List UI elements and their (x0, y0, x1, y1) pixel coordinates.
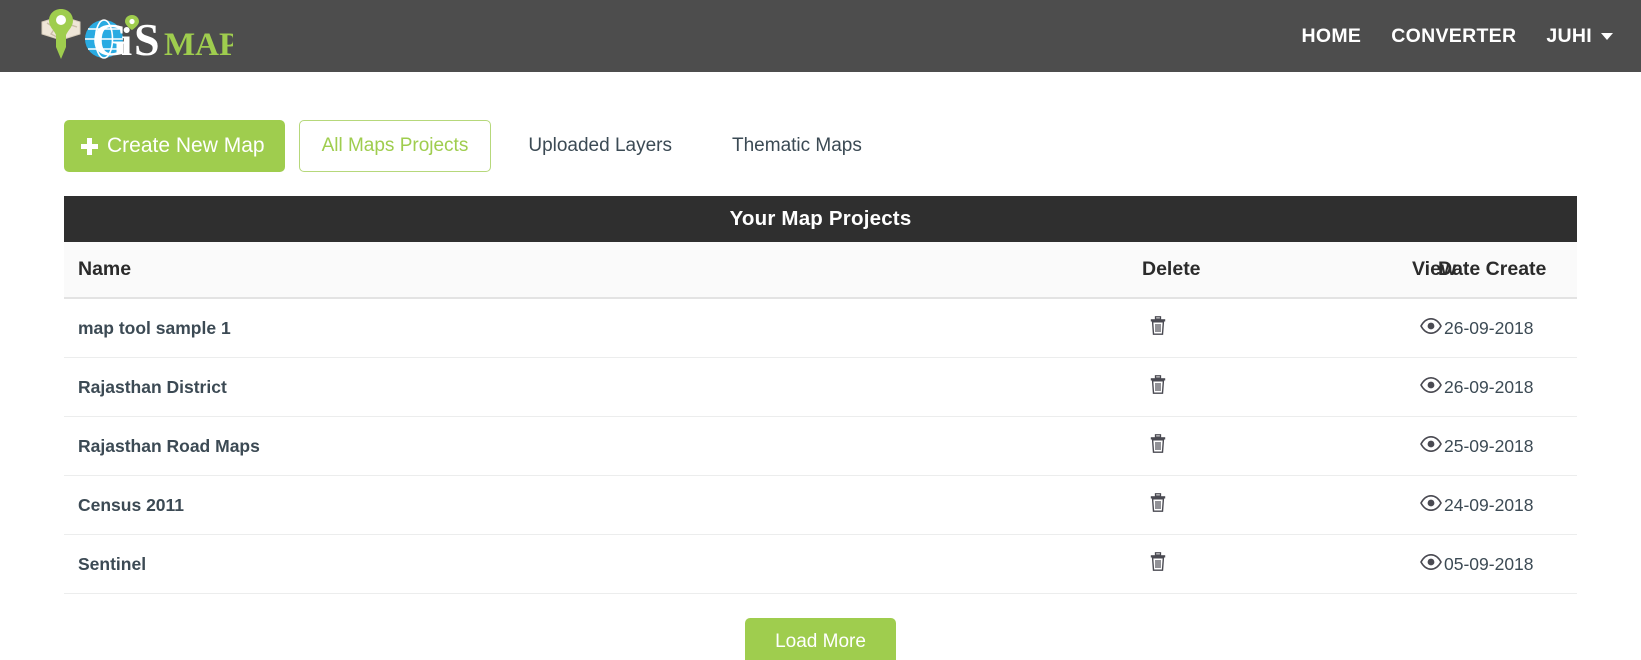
table-row: Census 2011 24-09-2018 (64, 475, 1577, 535)
tab-uploaded-layers[interactable]: Uploaded Layers (505, 120, 695, 172)
eye-icon (1420, 435, 1442, 452)
chevron-down-icon (1601, 32, 1613, 40)
nav-item-converter[interactable]: CONVERTER (1391, 25, 1516, 48)
column-header-name: Name (64, 242, 736, 299)
view-button[interactable] (1420, 376, 1442, 393)
table-body: map tool sample 1 26-09-2018 Rajasthan D… (64, 298, 1577, 594)
cell-project-name: map tool sample 1 (64, 298, 736, 358)
cell-view (736, 416, 1442, 476)
create-new-map-label: Create New Map (107, 134, 265, 157)
table-row: Rajasthan Road Maps 25-09-2018 (64, 416, 1577, 476)
nav-links: HOME CONVERTER JUHI (1302, 25, 1619, 48)
cell-project-name: Rajasthan District (64, 357, 736, 417)
svg-text:MAP: MAP (164, 27, 233, 63)
delete-button[interactable] (1150, 375, 1166, 394)
eye-icon (1420, 376, 1442, 393)
cell-delete (982, 357, 1278, 417)
load-more-button[interactable]: Load More (745, 618, 896, 660)
cell-delete (982, 416, 1278, 476)
eye-icon (1420, 317, 1442, 334)
table-header-row: Name View Delete Date Create (64, 242, 1577, 299)
eye-icon (1420, 494, 1442, 511)
cell-delete (982, 534, 1278, 594)
map-projects-panel: Your Map Projects Name View Delete Date … (64, 196, 1577, 594)
table-row: map tool sample 1 26-09-2018 (64, 298, 1577, 358)
trash-icon (1150, 493, 1166, 512)
cell-project-name: Sentinel (64, 534, 736, 594)
delete-button[interactable] (1150, 552, 1166, 571)
trash-icon (1150, 316, 1166, 335)
tab-uploaded-layers-label: Uploaded Layers (528, 135, 672, 156)
view-button[interactable] (1420, 494, 1442, 511)
tab-all-maps-projects-label: All Maps Projects (321, 135, 469, 156)
table-row: Rajasthan District 26-09-2018 (64, 357, 1577, 417)
tab-all-maps-projects[interactable]: All Maps Projects (298, 120, 492, 172)
brand-logo-link[interactable]: G i S MAP (28, 0, 233, 72)
panel-title: Your Map Projects (64, 196, 1577, 242)
trash-icon (1150, 552, 1166, 571)
cell-view (736, 357, 1442, 417)
cell-view (736, 298, 1442, 358)
top-navbar: G i S MAP HOME CONVERTER JUHI (0, 0, 1641, 72)
cell-view (736, 534, 1442, 594)
view-button[interactable] (1420, 553, 1442, 570)
trash-icon (1150, 434, 1166, 453)
table-row: Sentinel 05-09-2018 (64, 534, 1577, 594)
view-button[interactable] (1420, 317, 1442, 334)
tab-thematic-maps[interactable]: Thematic Maps (709, 120, 885, 172)
nav-user-menu[interactable]: JUHI (1546, 25, 1613, 48)
eye-icon (1420, 553, 1442, 570)
map-projects-table: Name View Delete Date Create map tool sa… (64, 242, 1577, 594)
svg-text:S: S (134, 14, 160, 65)
delete-button[interactable] (1150, 316, 1166, 335)
gismap-logo-icon: G i S MAP (41, 9, 233, 65)
view-button[interactable] (1420, 435, 1442, 452)
toolbar: Create New Map All Maps Projects Uploade… (64, 120, 1577, 172)
create-new-map-button[interactable]: Create New Map (64, 120, 285, 172)
delete-button[interactable] (1150, 434, 1166, 453)
cell-delete (982, 298, 1278, 358)
plus-icon (81, 137, 98, 155)
cell-delete (982, 475, 1278, 535)
trash-icon (1150, 375, 1166, 394)
page-body: Create New Map All Maps Projects Uploade… (0, 120, 1641, 660)
nav-item-home[interactable]: HOME (1302, 25, 1362, 48)
tab-thematic-maps-label: Thematic Maps (732, 135, 862, 156)
delete-button[interactable] (1150, 493, 1166, 512)
nav-user-label: JUHI (1546, 24, 1592, 47)
cell-project-name: Census 2011 (64, 475, 736, 535)
column-header-delete: Delete (982, 242, 1278, 299)
cell-project-name: Rajasthan Road Maps (64, 416, 736, 476)
load-more-container: Load More (64, 618, 1577, 660)
column-header-view: View (736, 242, 1456, 299)
cell-view (736, 475, 1442, 535)
